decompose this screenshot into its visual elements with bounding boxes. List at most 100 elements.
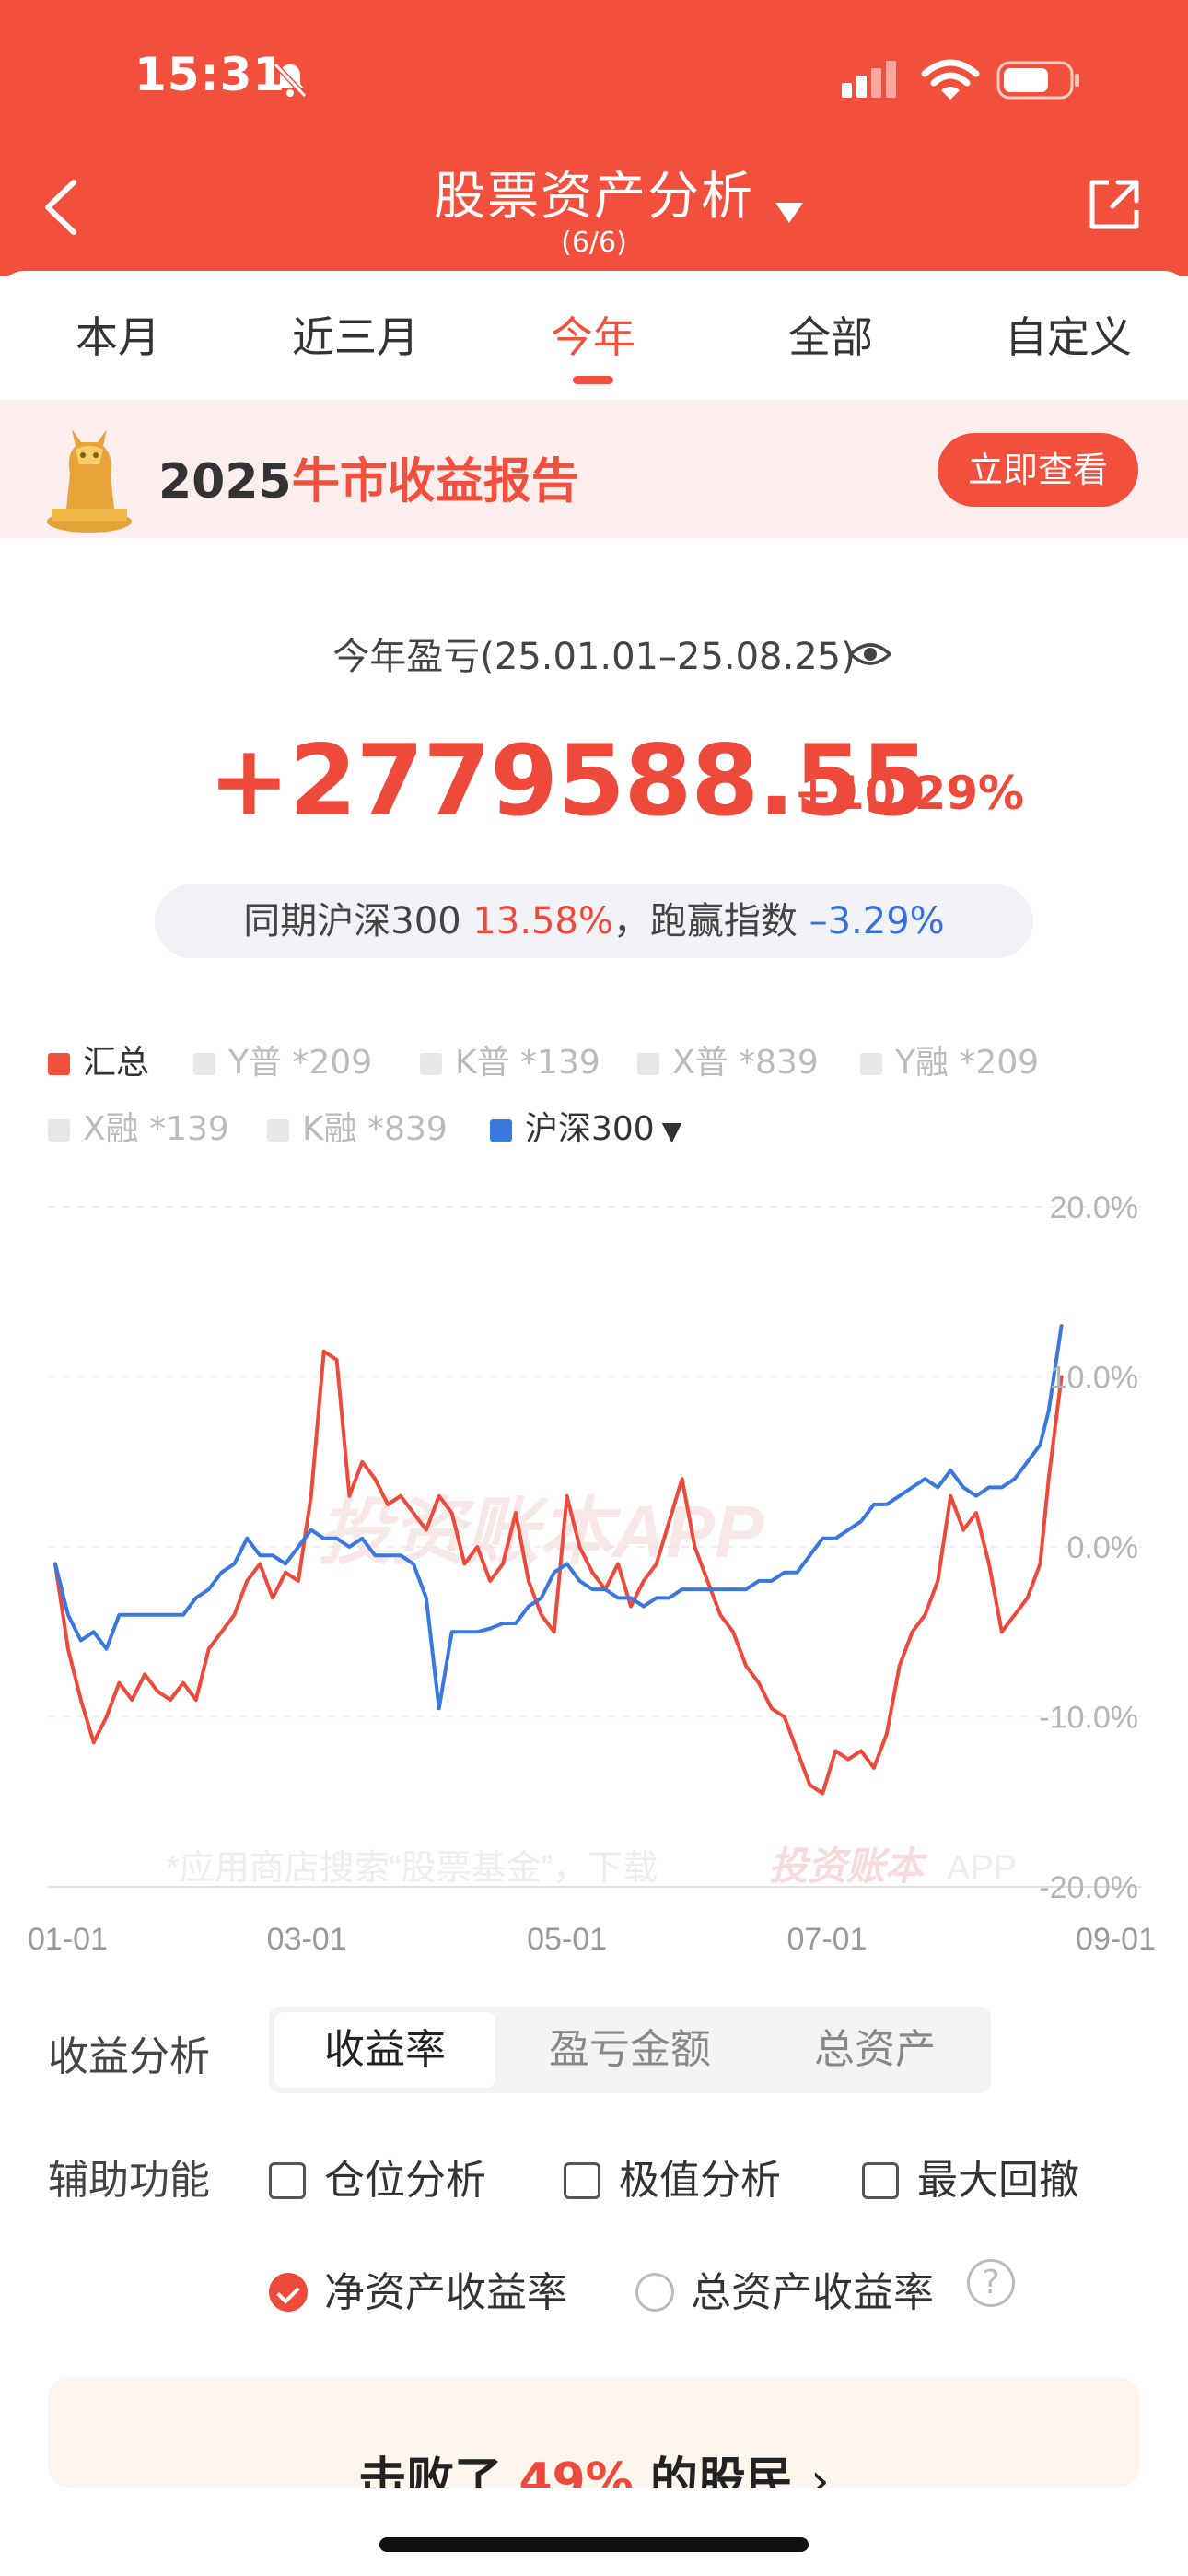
excess-return-value: –3.29% (809, 900, 945, 943)
y-tick-label: -20.0% (1039, 1870, 1138, 1905)
period-tabs: 本月 近三月 今年 全部 自定义 (0, 271, 1188, 400)
legend-account[interactable]: Y融 *209 (860, 1036, 1039, 1083)
period-label: 今年盈亏(25.01.01–25.08.25) (332, 636, 856, 678)
radio-label: 总资产收益率 (691, 2269, 934, 2316)
benchmark-compare: 同期沪深300 13.58%，跑赢指数 –3.29% (155, 884, 1033, 958)
analysis-label: 收益分析 (48, 2033, 210, 2080)
page-title[interactable]: 股票资产分析 (0, 155, 1188, 229)
eye-icon[interactable] (849, 636, 891, 673)
legend-swatch (490, 1119, 512, 1142)
total-asset-return-radio[interactable]: 总资产收益率 (635, 2259, 934, 2318)
compare-prefix: 同期沪深300 (243, 900, 473, 943)
beat-investors-card[interactable]: 击败了 49% 的股民 › (48, 2377, 1140, 2509)
series-line-total (53, 1349, 1064, 1796)
return-line-chart[interactable]: 投资账本APP *应用商店搜索“股票基金”，下载 投资账本 APP 20.0%1… (0, 1170, 1188, 1962)
legend-label: X普 *839 (672, 1044, 819, 1082)
legend-label: 汇总 (83, 1044, 150, 1082)
banner-title: 2025牛市收益报告 (158, 442, 579, 511)
wifi-icon (921, 59, 980, 100)
index-return-value: 13.58% (472, 900, 613, 943)
signal-icon (842, 61, 896, 98)
watermark-bottom-brand: 投资账本 (769, 1844, 928, 1888)
legend-swatch (637, 1053, 659, 1075)
watermark-bottom-prefix: *应用商店搜索“股票基金”，下载 (166, 1849, 658, 1888)
legend-label: K普 *139 (455, 1044, 600, 1082)
radio-checked-icon[interactable] (269, 2273, 308, 2312)
legend-label: Y融 *209 (895, 1044, 1040, 1082)
legend-swatch (420, 1053, 442, 1075)
net-asset-return-radio[interactable]: 净资产收益率 (269, 2259, 567, 2318)
app-screen: 15:31 股票资产分析 (6/6) 本月 近三月 今年 全部 自定义 2025… (0, 0, 1188, 2576)
extreme-analysis-checkbox[interactable]: 极值分析 (564, 2147, 781, 2206)
active-tab-indicator (573, 376, 613, 384)
tab-custom[interactable]: 自定义 (1005, 304, 1132, 365)
legend-total[interactable]: 汇总 (48, 1036, 149, 1083)
checkbox-box[interactable] (269, 2162, 306, 2199)
radio-unchecked-icon[interactable] (635, 2273, 674, 2312)
legend-hs300[interactable]: 沪深300 ▼ (490, 1102, 681, 1150)
checkbox-box[interactable] (564, 2162, 600, 2199)
compare-middle: ，跑赢指数 (612, 900, 809, 943)
x-tick-label: 03-01 (267, 1922, 347, 1957)
aux-label: 辅助功能 (48, 2157, 210, 2204)
y-tick-label: 10.0% (1050, 1361, 1138, 1396)
battery-icon (996, 61, 1079, 100)
legend-account[interactable]: K普 *139 (420, 1036, 600, 1083)
tab-three-months[interactable]: 近三月 (292, 304, 419, 365)
watermark-center: 投资账本APP (318, 1491, 764, 1573)
legend-swatch (860, 1053, 882, 1075)
watermark-bottom: *应用商店搜索“股票基金”，下载 投资账本 APP (166, 1844, 1017, 1888)
banner-report-text: 牛市收益报告 (291, 454, 579, 509)
checkbox-label: 仓位分析 (324, 2157, 486, 2204)
legend-label: K融 *839 (302, 1110, 448, 1148)
checkbox-box[interactable] (862, 2162, 899, 2199)
bell-off-icon (273, 62, 308, 99)
tab-all[interactable]: 全部 (788, 304, 873, 365)
legend-swatch (48, 1119, 70, 1142)
legend-dropdown-icon[interactable]: ▼ (662, 1116, 682, 1146)
title-dropdown-icon[interactable] (774, 201, 805, 225)
checkbox-label: 极值分析 (619, 2157, 781, 2204)
golden-bull-icon (47, 429, 132, 533)
legend-swatch (267, 1119, 289, 1142)
share-button[interactable] (1085, 175, 1144, 234)
y-tick-label: -10.0% (1039, 1701, 1138, 1736)
analysis-segmented-control: 收益率 盈亏金额 总资产 (269, 2007, 991, 2093)
home-indicator[interactable] (379, 2537, 809, 2552)
checkbox-label: 最大回撤 (917, 2157, 1079, 2204)
legend-swatch (193, 1053, 215, 1075)
segment-total-assets[interactable]: 总资产 (764, 2012, 985, 2088)
segment-pnl-amount[interactable]: 盈亏金额 (519, 2012, 740, 2088)
bull-market-banner[interactable]: 2025牛市收益报告 立即查看 (0, 400, 1188, 538)
header-bar: 15:31 股票资产分析 (6/6) (0, 0, 1188, 276)
status-time: 15:31 (134, 48, 286, 101)
legend-account[interactable]: K融 *839 (267, 1102, 448, 1150)
max-drawdown-checkbox[interactable]: 最大回撤 (862, 2147, 1079, 2206)
legend-label: 沪深300 (525, 1110, 655, 1148)
x-tick-label: 07-01 (786, 1922, 867, 1957)
chart-x-axis: 01-01 03-01 05-01 07-01 09-01 (28, 1922, 1156, 1957)
watermark-bottom-suffix: APP (947, 1849, 1017, 1888)
bottom-safe-area (0, 2488, 1188, 2576)
help-icon[interactable]: ? (967, 2259, 1015, 2307)
legend-account[interactable]: X融 *139 (48, 1102, 229, 1150)
legend-account[interactable]: Y普 *209 (193, 1036, 372, 1083)
tab-this-month[interactable]: 本月 (76, 304, 160, 365)
view-now-button[interactable]: 立即查看 (938, 433, 1138, 507)
legend-label: X融 *139 (83, 1110, 229, 1148)
tab-this-year[interactable]: 今年 (551, 304, 635, 365)
radio-label: 净资产收益率 (324, 2269, 567, 2316)
x-tick-label: 01-01 (28, 1922, 108, 1957)
legend-swatch (48, 1053, 70, 1075)
x-tick-label: 09-01 (1076, 1922, 1156, 1957)
y-tick-label: 20.0% (1050, 1190, 1138, 1225)
legend-label: Y普 *209 (228, 1044, 373, 1082)
legend-account[interactable]: X普 *839 (637, 1036, 819, 1083)
position-analysis-checkbox[interactable]: 仓位分析 (269, 2147, 486, 2206)
y-tick-label: 0.0% (1067, 1530, 1139, 1565)
banner-year: 2025 (158, 454, 292, 509)
segment-return-rate[interactable]: 收益率 (274, 2012, 495, 2088)
page-subtitle: (6/6) (561, 227, 627, 259)
profit-percent: +10.29% (794, 767, 1025, 820)
x-tick-label: 05-01 (527, 1922, 607, 1957)
